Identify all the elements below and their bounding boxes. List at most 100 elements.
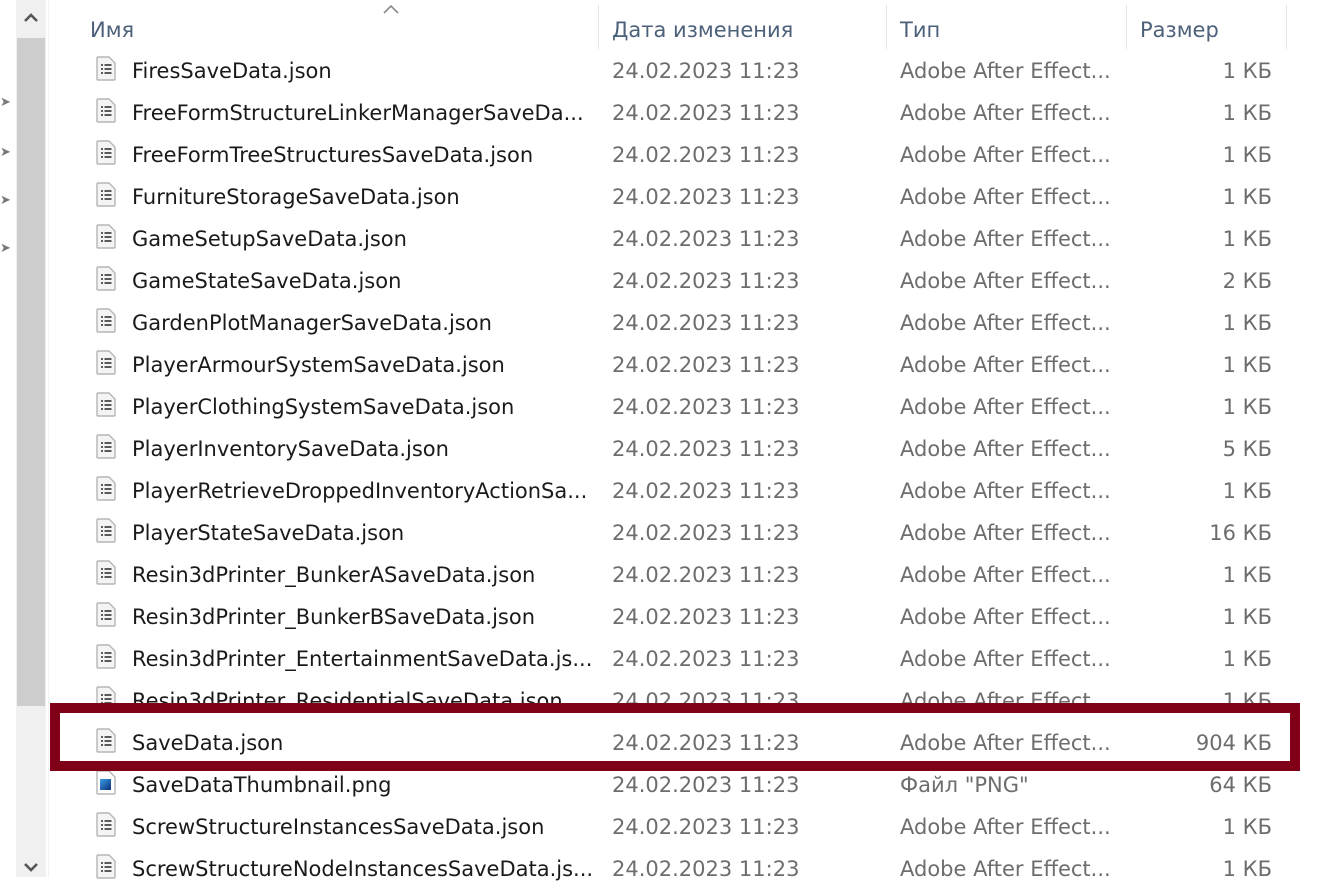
file-date-modified: 24.02.2023 11:23 (612, 395, 800, 419)
pin-icon[interactable]: ➤ (0, 194, 11, 207)
file-size: 1 КБ (1222, 605, 1272, 629)
file-row[interactable]: FiresSaveData.json 24.02.2023 11:23 Adobe … (52, 50, 1302, 92)
file-type: Adobe After Effect... (900, 437, 1111, 461)
file-size: 1 КБ (1222, 143, 1272, 167)
file-row[interactable]: SaveDataThumbnail.png 24.02.2023 11:23 Фай… (52, 764, 1302, 806)
file-size: 1 КБ (1222, 59, 1272, 83)
json-file-icon (96, 350, 116, 375)
json-file-icon (96, 266, 116, 291)
file-row[interactable]: FreeFormTreeStructuresSaveData.json 24.02… (52, 134, 1302, 176)
file-type: Adobe After Effect... (900, 689, 1111, 713)
file-date-modified: 24.02.2023 11:23 (612, 521, 800, 545)
file-date-modified: 24.02.2023 11:23 (612, 101, 800, 125)
file-date-modified: 24.02.2023 11:23 (612, 479, 800, 503)
json-file-icon (96, 602, 116, 627)
column-header-type[interactable]: Тип (900, 8, 940, 52)
pin-icon[interactable]: ➤ (0, 146, 11, 159)
image-file-icon (96, 770, 116, 795)
file-size: 1 КБ (1222, 689, 1272, 713)
file-size: 1 КБ (1222, 395, 1272, 419)
file-name: FreeFormStructureLinkerManagerSaveDa... (132, 101, 584, 125)
vertical-scrollbar[interactable] (16, 0, 46, 877)
file-row[interactable]: PlayerStateSaveData.json 24.02.2023 11:23… (52, 512, 1302, 554)
file-date-modified: 24.02.2023 11:23 (612, 815, 800, 839)
column-header-name[interactable]: Имя (90, 8, 134, 52)
file-row[interactable]: ScrewStructureNodeInstancesSaveData.js..… (52, 848, 1302, 890)
pin-icon[interactable]: ➤ (0, 96, 11, 109)
pane-divider (48, 0, 49, 877)
navigation-pane-edge: ➤ ➤ ➤ ➤ (0, 0, 14, 877)
file-row[interactable]: Resin3dPrinter_BunkerASaveData.json 24.02… (52, 554, 1302, 596)
file-type: Adobe After Effect... (900, 521, 1111, 545)
file-name: SaveDataThumbnail.png (132, 773, 392, 797)
file-type: Adobe After Effect... (900, 563, 1111, 587)
file-row[interactable]: FurnitureStorageSaveData.json 24.02.2023 … (52, 176, 1302, 218)
file-size: 1 КБ (1222, 311, 1272, 335)
file-size: 1 КБ (1222, 563, 1272, 587)
file-row[interactable]: Resin3dPrinter_ResidentialSaveData.json 2… (52, 680, 1302, 722)
file-date-modified: 24.02.2023 11:23 (612, 857, 800, 881)
file-size: 1 КБ (1222, 353, 1272, 377)
file-row-highlighted[interactable]: SaveData.json 24.02.2023 11:23 Adobe After… (52, 722, 1302, 764)
file-row[interactable]: GameStateSaveData.json 24.02.2023 11:23 Ad… (52, 260, 1302, 302)
file-name: PlayerRetrieveDroppedInventoryActionSa..… (132, 479, 588, 503)
json-file-icon (96, 98, 116, 123)
column-separator[interactable] (886, 5, 887, 49)
json-file-icon (96, 728, 116, 753)
json-file-icon (96, 308, 116, 333)
file-date-modified: 24.02.2023 11:23 (612, 269, 800, 293)
column-separator[interactable] (598, 5, 599, 49)
file-row[interactable]: PlayerRetrieveDroppedInventoryActionSa..… (52, 470, 1302, 512)
file-name: Resin3dPrinter_BunkerASaveData.json (132, 563, 536, 587)
column-header-size[interactable]: Размер (1140, 8, 1219, 52)
column-separator[interactable] (1286, 5, 1287, 49)
file-row[interactable]: FreeFormStructureLinkerManagerSaveDa... 2… (52, 92, 1302, 134)
file-date-modified: 24.02.2023 11:23 (612, 227, 800, 251)
file-date-modified: 24.02.2023 11:23 (612, 563, 800, 587)
file-row[interactable]: ScrewStructureInstancesSaveData.json 24.0… (52, 806, 1302, 848)
file-name: PlayerStateSaveData.json (132, 521, 405, 545)
column-header-row: Имя Дата изменения Тип Размер (52, 0, 1302, 52)
scroll-down-button[interactable] (16, 849, 46, 885)
column-header-date[interactable]: Дата изменения (612, 8, 793, 52)
file-date-modified: 24.02.2023 11:23 (612, 311, 800, 335)
file-row[interactable]: PlayerArmourSystemSaveData.json 24.02.202… (52, 344, 1302, 386)
pin-icon[interactable]: ➤ (0, 242, 11, 255)
file-name: ScrewStructureNodeInstancesSaveData.js..… (132, 857, 594, 881)
file-name: SaveData.json (132, 731, 284, 755)
file-date-modified: 24.02.2023 11:23 (612, 353, 800, 377)
json-file-icon (96, 812, 116, 837)
file-row[interactable]: PlayerClothingSystemSaveData.json 24.02.2… (52, 386, 1302, 428)
file-row[interactable]: GameSetupSaveData.json 24.02.2023 11:23 Ad… (52, 218, 1302, 260)
file-name: FiresSaveData.json (132, 59, 332, 83)
file-name: PlayerArmourSystemSaveData.json (132, 353, 505, 377)
json-file-icon (96, 182, 116, 207)
file-date-modified: 24.02.2023 11:23 (612, 689, 800, 713)
file-size: 64 КБ (1209, 773, 1272, 797)
json-file-icon (96, 518, 116, 543)
file-row[interactable]: Resin3dPrinter_EntertainmentSaveData.js.… (52, 638, 1302, 680)
column-separator[interactable] (1126, 5, 1127, 49)
file-type: Adobe After Effect... (900, 815, 1111, 839)
file-size: 2 КБ (1222, 269, 1272, 293)
file-type: Файл "PNG" (900, 773, 1029, 797)
file-date-modified: 24.02.2023 11:23 (612, 605, 800, 629)
file-date-modified: 24.02.2023 11:23 (612, 773, 800, 797)
scroll-up-button[interactable] (16, 0, 46, 36)
file-name: FreeFormTreeStructuresSaveData.json (132, 143, 534, 167)
file-type: Adobe After Effect... (900, 311, 1111, 335)
chevron-up-icon (24, 13, 38, 22)
file-type: Adobe After Effect... (900, 59, 1111, 83)
file-name: GameSetupSaveData.json (132, 227, 407, 251)
file-row[interactable]: Resin3dPrinter_BunkerBSaveData.json 24.02… (52, 596, 1302, 638)
file-type: Adobe After Effect... (900, 101, 1111, 125)
sort-ascending-icon (382, 0, 400, 19)
file-date-modified: 24.02.2023 11:23 (612, 185, 800, 209)
json-file-icon (96, 56, 116, 81)
file-row[interactable]: GardenPlotManagerSaveData.json 24.02.2023… (52, 302, 1302, 344)
file-row[interactable]: PlayerInventorySaveData.json 24.02.2023 1… (52, 428, 1302, 470)
file-type: Adobe After Effect... (900, 857, 1111, 881)
scrollbar-thumb[interactable] (17, 38, 45, 706)
file-name: Resin3dPrinter_EntertainmentSaveData.js.… (132, 647, 593, 671)
file-name: FurnitureStorageSaveData.json (132, 185, 460, 209)
